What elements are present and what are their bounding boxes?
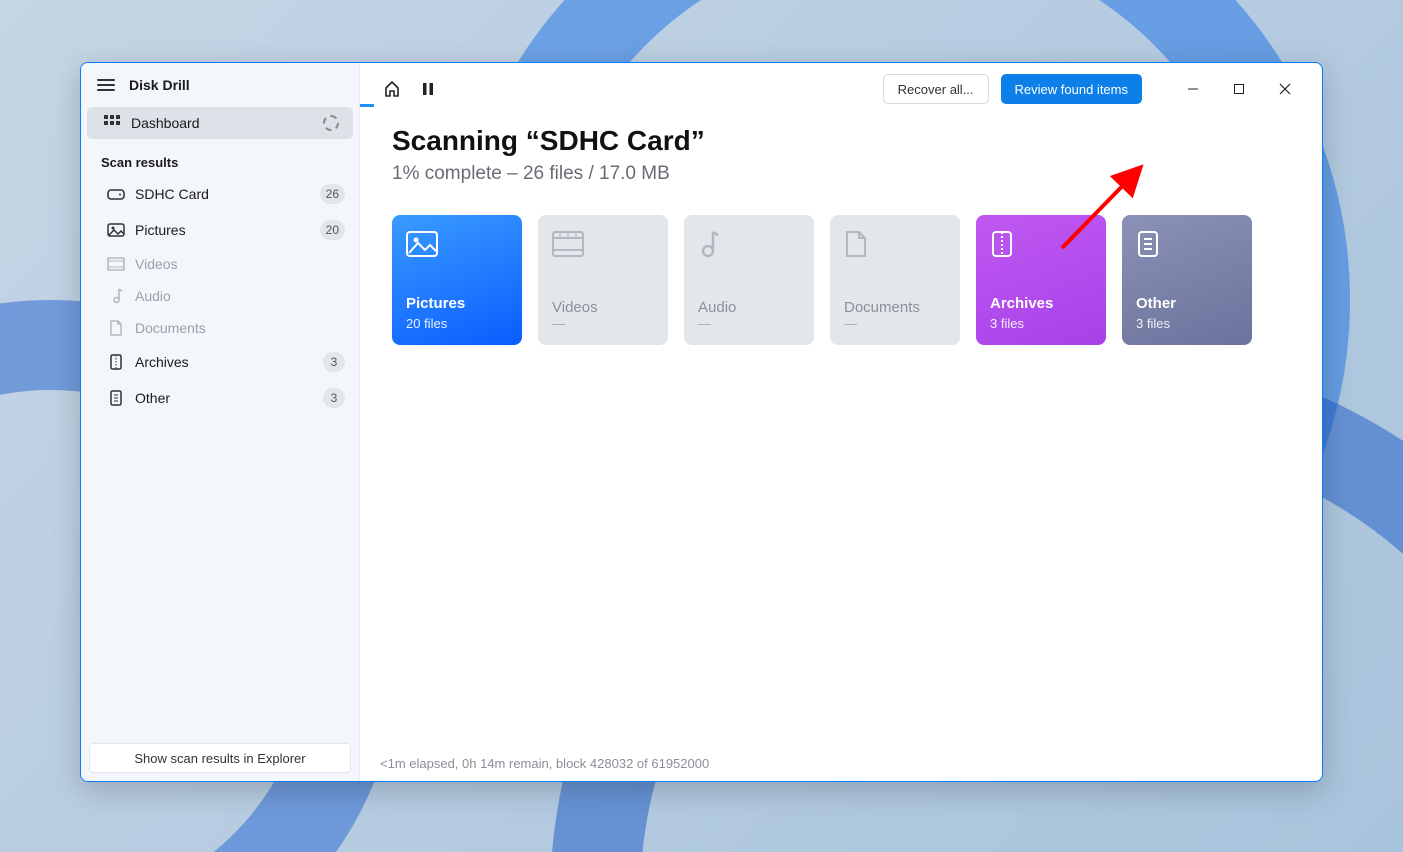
card-pictures[interactable]: Pictures 20 files xyxy=(392,215,522,345)
toolbar: Recover all... Review found items xyxy=(360,63,1322,115)
sidebar-item-label: Archives xyxy=(135,354,323,370)
drive-icon xyxy=(105,187,127,201)
sidebar-item-other[interactable]: Other 3 xyxy=(81,380,359,416)
sidebar-footer: Show scan results in Explorer xyxy=(81,735,359,781)
home-button[interactable] xyxy=(380,77,404,101)
review-found-items-button[interactable]: Review found items xyxy=(1001,74,1142,104)
status-text: <1m elapsed, 0h 14m remain, block 428032… xyxy=(380,756,709,771)
card-label: Pictures xyxy=(406,295,508,312)
card-audio[interactable]: Audio — xyxy=(684,215,814,345)
other-icon xyxy=(1136,229,1238,259)
app-title: Disk Drill xyxy=(129,77,190,93)
archives-icon xyxy=(990,229,1092,259)
audio-icon xyxy=(698,229,800,259)
pictures-icon xyxy=(406,229,508,259)
count-badge: 3 xyxy=(323,388,345,408)
pause-button[interactable] xyxy=(416,77,440,101)
sidebar-item-label: Videos xyxy=(135,256,345,272)
sidebar-item-audio[interactable]: Audio xyxy=(81,280,359,312)
recover-all-button[interactable]: Recover all... xyxy=(883,74,989,104)
card-count: — xyxy=(844,316,946,331)
count-badge: 26 xyxy=(320,184,345,204)
status-bar: <1m elapsed, 0h 14m remain, block 428032… xyxy=(360,745,1322,781)
window-controls xyxy=(1170,74,1308,104)
card-count: — xyxy=(552,316,654,331)
videos-icon xyxy=(552,229,654,259)
card-count: — xyxy=(698,316,800,331)
sidebar-item-label: SDHC Card xyxy=(135,186,320,202)
videos-icon xyxy=(105,257,127,271)
card-count: 3 files xyxy=(990,316,1092,331)
show-in-explorer-button[interactable]: Show scan results in Explorer xyxy=(89,743,351,773)
sidebar-item-label: Documents xyxy=(135,320,345,336)
other-icon xyxy=(105,390,127,406)
sidebar-item-label: Audio xyxy=(135,288,345,304)
card-videos[interactable]: Videos — xyxy=(538,215,668,345)
sidebar-item-dashboard[interactable]: Dashboard xyxy=(87,107,353,139)
maximize-button[interactable] xyxy=(1216,74,1262,104)
sidebar-header: Disk Drill xyxy=(81,63,359,103)
disk-drill-window: Disk Drill Dashboard Scan results SDHC C… xyxy=(80,62,1323,782)
sidebar-item-label: Pictures xyxy=(135,222,320,238)
card-label: Documents xyxy=(844,299,946,316)
count-badge: 3 xyxy=(323,352,345,372)
sidebar-item-label: Other xyxy=(135,390,323,406)
audio-icon xyxy=(105,288,127,304)
card-label: Archives xyxy=(990,295,1092,312)
scan-progress-indicator xyxy=(360,104,374,107)
sidebar-item-pictures[interactable]: Pictures 20 xyxy=(81,212,359,248)
category-cards: Pictures 20 files Videos — Audio — xyxy=(392,215,1290,345)
scan-subtitle: 1% complete – 26 files / 17.0 MB xyxy=(392,163,1290,185)
card-label: Audio xyxy=(698,299,800,316)
card-label: Other xyxy=(1136,295,1238,312)
close-button[interactable] xyxy=(1262,74,1308,104)
sidebar-item-videos[interactable]: Videos xyxy=(81,248,359,280)
dashboard-label: Dashboard xyxy=(131,115,323,131)
documents-icon xyxy=(844,229,946,259)
scan-title: Scanning “SDHC Card” xyxy=(392,125,1290,157)
card-archives[interactable]: Archives 3 files xyxy=(976,215,1106,345)
dashboard-icon xyxy=(101,115,123,131)
content: Scanning “SDHC Card” 1% complete – 26 fi… xyxy=(360,115,1322,745)
archives-icon xyxy=(105,354,127,370)
card-count: 3 files xyxy=(1136,316,1238,331)
sidebar-item-archives[interactable]: Archives 3 xyxy=(81,344,359,380)
loading-spinner-icon xyxy=(323,115,339,131)
minimize-button[interactable] xyxy=(1170,74,1216,104)
sidebar-item-sdhc-card[interactable]: SDHC Card 26 xyxy=(81,176,359,212)
count-badge: 20 xyxy=(320,220,345,240)
card-documents[interactable]: Documents — xyxy=(830,215,960,345)
card-label: Videos xyxy=(552,299,654,316)
card-count: 20 files xyxy=(406,316,508,331)
sidebar: Disk Drill Dashboard Scan results SDHC C… xyxy=(81,63,360,781)
sidebar-results-list: SDHC Card 26 Pictures 20 Videos xyxy=(81,176,359,416)
main-pane: Recover all... Review found items Scanni… xyxy=(360,63,1322,781)
sidebar-section-title: Scan results xyxy=(81,143,359,176)
sidebar-item-documents[interactable]: Documents xyxy=(81,312,359,344)
documents-icon xyxy=(105,320,127,336)
menu-icon[interactable] xyxy=(97,79,115,91)
pictures-icon xyxy=(105,223,127,237)
card-other[interactable]: Other 3 files xyxy=(1122,215,1252,345)
